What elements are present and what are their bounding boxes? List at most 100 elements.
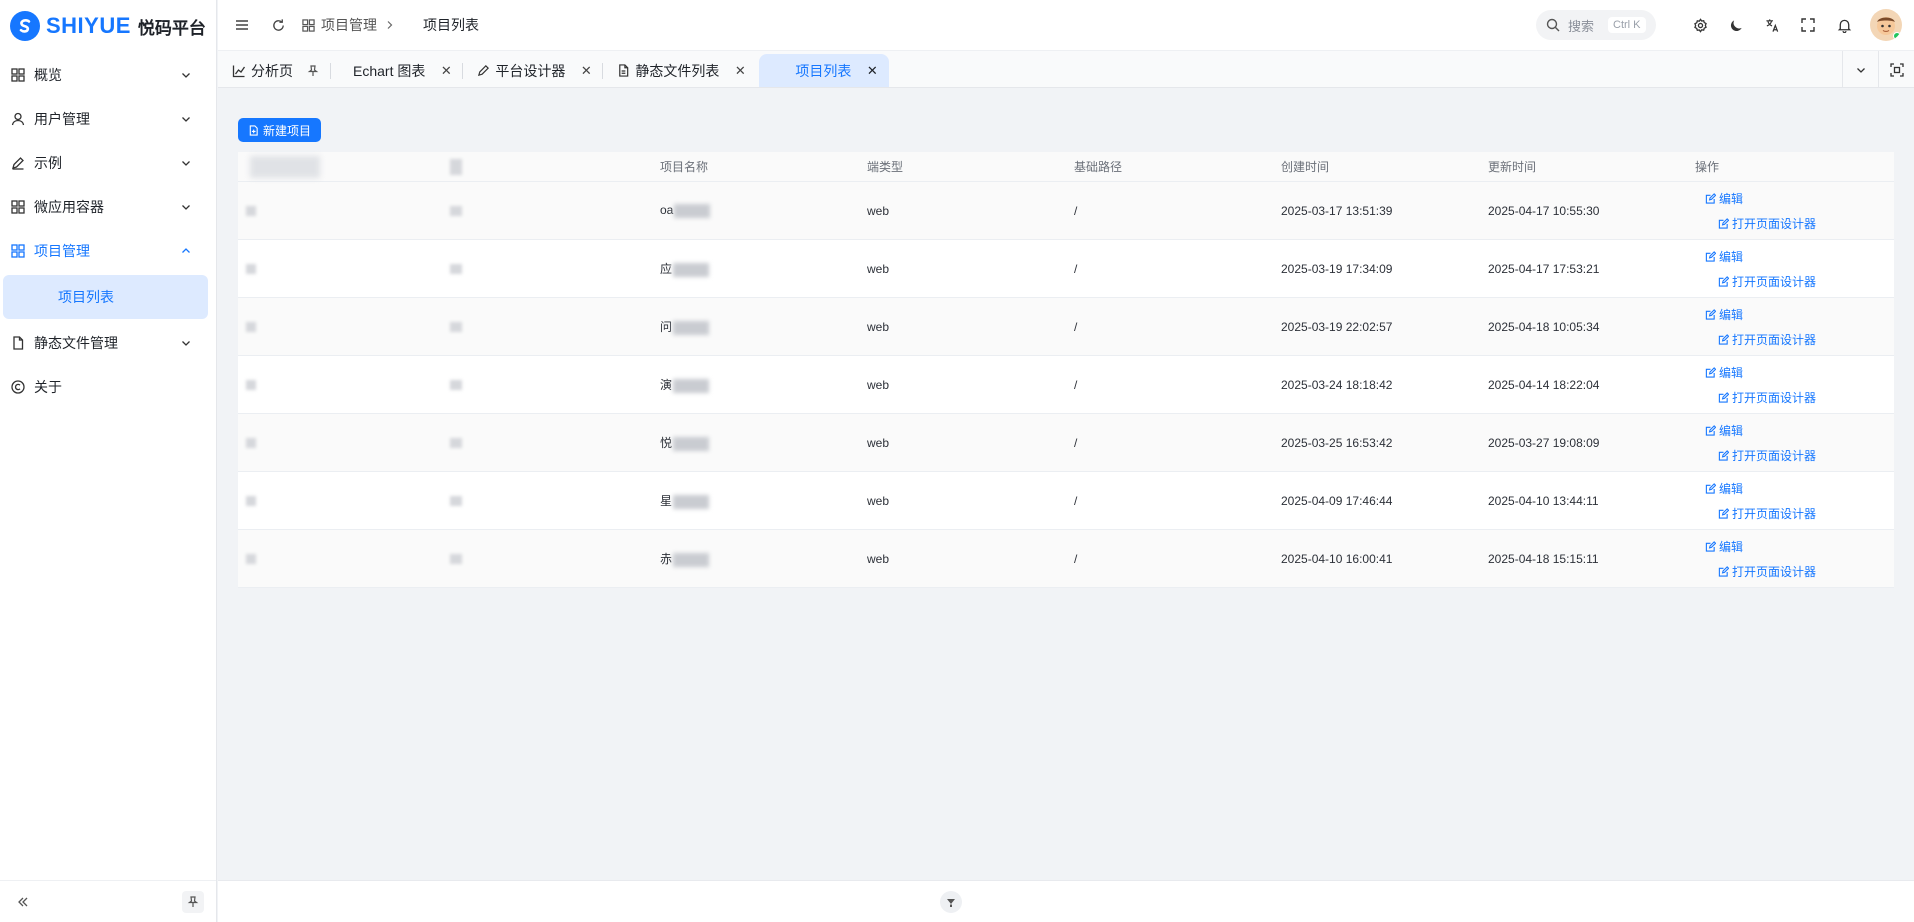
translate-icon[interactable] (1758, 11, 1786, 39)
tab-label: 分析页 (251, 62, 293, 79)
refresh-icon[interactable] (264, 11, 292, 39)
bell-icon[interactable] (1830, 11, 1858, 39)
new-project-button[interactable]: 新建项目 (238, 118, 322, 142)
collapse-sidebar-icon[interactable] (12, 891, 34, 913)
edit-icon (1705, 192, 1716, 204)
file-add-icon (248, 124, 259, 136)
main-content: 新建项目 项目名称 端类型 基础路径 创建时间 更新时间 操作 oa web/20… (218, 88, 1914, 880)
fullscreen-icon[interactable] (1794, 11, 1822, 39)
chevron-down-icon (180, 69, 192, 81)
table-row: 问 web / 2025-03-19 22:02:57 2025-04-18 10:05… (238, 298, 1894, 356)
operations-cell: 编辑打开页面设计器 (1687, 306, 1894, 348)
table-header-cell (238, 152, 652, 181)
edit-link[interactable]: 编辑 (1705, 190, 1743, 207)
avatar[interactable] (1870, 9, 1902, 41)
new-project-label: 新建项目 (263, 123, 312, 138)
close-icon[interactable]: ✕ (865, 63, 879, 79)
menu-toggle-icon[interactable] (228, 11, 256, 39)
open-designer-link[interactable]: 打开页面设计器 (1718, 331, 1816, 348)
edit-icon (1705, 424, 1716, 436)
breadcrumb-item[interactable]: 项目管理 (321, 15, 377, 35)
client-type-cell: web (867, 377, 890, 392)
table-row: 赤 web / 2025-04-10 16:00:41 2025-04-18 15:15… (238, 530, 1894, 588)
pin-icon[interactable] (307, 64, 321, 77)
edit-link[interactable]: 编辑 (1705, 364, 1743, 381)
open-designer-link[interactable]: 打开页面设计器 (1718, 389, 1816, 406)
edit-link[interactable]: 编辑 (1705, 538, 1743, 555)
open-designer-link[interactable]: 打开页面设计器 (1718, 447, 1816, 464)
edit-icon (1718, 449, 1729, 461)
operations-cell: 编辑打开页面设计器 (1687, 190, 1894, 232)
edit-icon (1718, 217, 1729, 229)
edit-link[interactable]: 编辑 (1705, 306, 1743, 323)
edit-link[interactable]: 编辑 (1705, 480, 1743, 497)
operations-cell: 编辑打开页面设计器 (1687, 480, 1894, 522)
base-path-cell: / (1074, 493, 1078, 508)
tab-project-list[interactable]: 项目列表 ✕ (759, 54, 890, 87)
operations-cell: 编辑打开页面设计器 (1687, 422, 1894, 464)
tab-static-files[interactable]: 静态文件列表 ✕ (603, 54, 757, 87)
sidebar-item-about[interactable]: 关于 (0, 365, 216, 409)
project-name-cell: 赤 (652, 550, 859, 567)
sidebar-item-users[interactable]: 用户管理 (0, 97, 216, 141)
tab-echart[interactable]: Echart 图表 ✕ (331, 54, 464, 87)
open-designer-link[interactable]: 打开页面设计器 (1718, 505, 1816, 522)
client-type-cell: web (867, 261, 890, 276)
copyright-icon (10, 379, 26, 395)
pin-icon[interactable] (182, 890, 204, 913)
table-row: oa web / 2025-03-17 13:51:39 2025-04-17 10:5… (238, 182, 1894, 240)
project-table: 项目名称 端类型 基础路径 创建时间 更新时间 操作 oa web/2025-03… (238, 152, 1894, 588)
grid-icon (10, 243, 26, 259)
sidebar-item-overview[interactable]: 概览 (0, 53, 216, 97)
search-icon (1546, 18, 1560, 32)
close-icon[interactable]: ✕ (439, 63, 453, 79)
tab-platform-designer[interactable]: 平台设计器 ✕ (463, 54, 604, 87)
pen-icon (477, 64, 490, 77)
updated-time-cell: 2025-04-14 18:22:04 (1488, 377, 1600, 392)
project-name-cell: 演 (652, 376, 859, 393)
updated-time-cell: 2025-03-27 19:08:09 (1488, 435, 1600, 450)
client-type-cell: web (867, 203, 890, 218)
sidebar: SHIYUE 悦码平台 概览 用户管理 示例 微应用容器 项目管理 项目列表 静… (0, 0, 217, 922)
sidebar-item-projects[interactable]: 项目管理 (0, 229, 216, 273)
edit-icon (1705, 482, 1716, 494)
table-header-cell: 更新时间 (1488, 160, 1537, 174)
operations-cell: 编辑打开页面设计器 (1687, 364, 1894, 406)
pen-icon (10, 155, 26, 171)
edit-link[interactable]: 编辑 (1705, 248, 1743, 265)
sidebar-item-micro-apps[interactable]: 微应用容器 (0, 185, 216, 229)
sidebar-item-label: 关于 (34, 379, 62, 395)
maximize-content-icon[interactable] (1878, 51, 1914, 88)
created-time-cell: 2025-03-24 18:18:42 (1281, 377, 1393, 392)
sidebar-item-examples[interactable]: 示例 (0, 141, 216, 185)
chevron-down-icon (180, 337, 192, 349)
expand-panel-icon[interactable] (940, 891, 962, 913)
table-row: 悦 web / 2025-03-25 16:53:42 2025-03-27 19:08… (238, 414, 1894, 472)
open-designer-link[interactable]: 打开页面设计器 (1718, 563, 1816, 580)
sidebar-item-label: 概览 (34, 67, 62, 83)
search-placeholder: 搜索 (1568, 18, 1595, 34)
tab-analysis[interactable]: 分析页 (218, 54, 331, 87)
edit-link[interactable]: 编辑 (1705, 422, 1743, 439)
chart-icon (232, 64, 246, 78)
open-designer-link[interactable]: 打开页面设计器 (1718, 273, 1816, 290)
sidebar-subitem-project-list[interactable]: 项目列表 (3, 275, 208, 319)
sidebar-item-label: 项目管理 (34, 243, 90, 259)
logo-icon (10, 11, 40, 41)
search-box[interactable]: 搜索 Ctrl K (1536, 10, 1656, 40)
chevron-right-icon (385, 20, 395, 30)
table-header-cell: 创建时间 (1281, 160, 1330, 174)
sidebar-item-static-files[interactable]: 静态文件管理 (0, 321, 216, 365)
client-type-cell: web (867, 319, 890, 334)
table-header-cell: 项目名称 (660, 160, 709, 174)
close-icon[interactable]: ✕ (733, 63, 747, 79)
chevron-down-icon[interactable] (1842, 51, 1878, 88)
open-designer-link[interactable]: 打开页面设计器 (1718, 215, 1816, 232)
user-icon (10, 111, 26, 127)
dark-mode-icon[interactable] (1722, 11, 1750, 39)
chevron-down-icon (180, 113, 192, 125)
logo[interactable]: SHIYUE 悦码平台 (0, 0, 216, 52)
close-icon[interactable]: ✕ (579, 63, 593, 79)
top-header: 项目管理 项目列表 搜索 Ctrl K (218, 0, 1914, 50)
settings-icon[interactable] (1686, 11, 1714, 39)
